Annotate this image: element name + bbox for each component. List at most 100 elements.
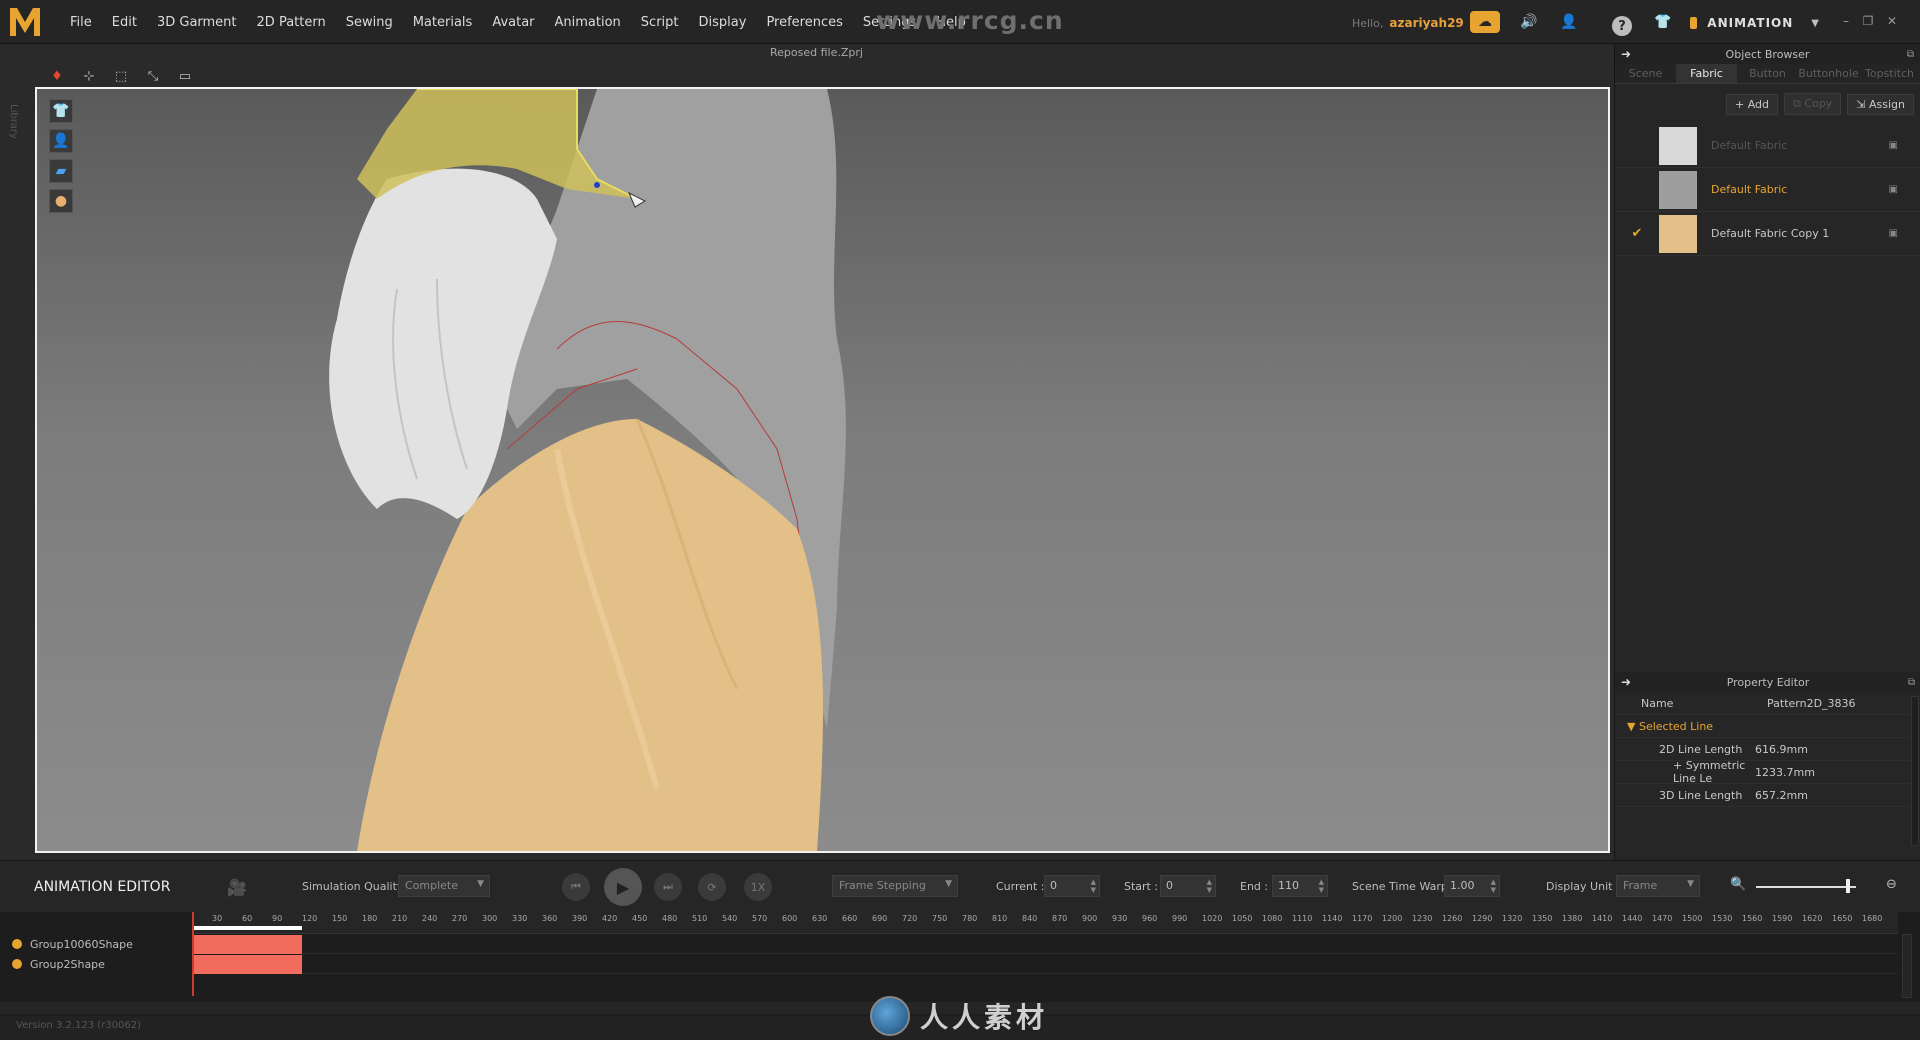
fabric-options-icon[interactable]: ▣ bbox=[1889, 228, 1898, 239]
help-icon[interactable]: ? bbox=[1612, 16, 1632, 36]
ruler-tick-label: 690 bbox=[872, 914, 888, 923]
track-visibility-icon[interactable] bbox=[12, 959, 22, 969]
menu-3d-garment[interactable]: 3D Garment bbox=[147, 15, 247, 30]
play-icon[interactable]: ▶ bbox=[604, 868, 642, 906]
ruler-tick-label: 930 bbox=[1112, 914, 1128, 923]
library-tab[interactable]: Library bbox=[8, 104, 19, 139]
ruler-tick-label: 540 bbox=[722, 914, 738, 923]
loop-icon[interactable]: ⟳ bbox=[698, 873, 726, 901]
fabric-options-icon[interactable]: ▣ bbox=[1889, 184, 1898, 195]
track-row bbox=[192, 954, 1898, 974]
ruler-tick-label: 1080 bbox=[1262, 914, 1283, 923]
menu-display[interactable]: Display bbox=[689, 15, 757, 30]
menu-sewing[interactable]: Sewing bbox=[336, 15, 403, 30]
account-icon[interactable]: 👤 bbox=[1558, 12, 1580, 32]
selected-line-section[interactable]: ▼ Selected Line bbox=[1615, 715, 1920, 738]
fabric-list-item[interactable]: Default Fabric ▣ bbox=[1615, 124, 1920, 168]
tab-scene[interactable]: Scene bbox=[1615, 64, 1676, 83]
close-icon[interactable]: ✕ bbox=[1884, 14, 1900, 30]
menu-edit[interactable]: Edit bbox=[102, 15, 147, 30]
animation-clip[interactable] bbox=[192, 935, 302, 954]
fabric-options-icon[interactable]: ▣ bbox=[1889, 140, 1898, 151]
simulation-quality-label: Simulation Quality bbox=[302, 880, 404, 893]
current-frame-input[interactable]: 0 ▲ ▼ bbox=[1044, 875, 1100, 897]
playback-speed-button[interactable]: 1X bbox=[744, 873, 772, 901]
property-row: 3D Line Length 657.2mm bbox=[1615, 784, 1920, 807]
tab-topstitch[interactable]: Topstitch bbox=[1859, 64, 1920, 83]
track-name[interactable]: Group2Shape bbox=[0, 954, 192, 974]
collapse-arrow-icon[interactable]: ➜ bbox=[1621, 47, 1631, 61]
speaker-icon[interactable]: 🔊 bbox=[1518, 12, 1540, 32]
menu-2d-pattern[interactable]: 2D Pattern bbox=[247, 15, 336, 30]
playhead[interactable] bbox=[192, 912, 194, 996]
ruler-tick-label: 150 bbox=[332, 914, 348, 923]
tab-button[interactable]: Button bbox=[1737, 64, 1798, 83]
restore-icon[interactable]: ❐ bbox=[1860, 14, 1876, 30]
property-value[interactable]: 616.9mm bbox=[1755, 743, 1808, 756]
menu-animation[interactable]: Animation bbox=[545, 15, 631, 30]
section-label: ▼ Selected Line bbox=[1627, 719, 1714, 733]
menu-materials[interactable]: Materials bbox=[403, 15, 483, 30]
fabric-list-item[interactable]: Default Fabric ▣ bbox=[1615, 168, 1920, 212]
add-button[interactable]: + Add bbox=[1726, 93, 1779, 115]
username[interactable]: azariyah29 bbox=[1389, 16, 1463, 30]
minimize-icon[interactable]: – bbox=[1838, 14, 1854, 30]
tab-buttonhole[interactable]: Buttonhole bbox=[1798, 64, 1859, 83]
ruler-tick-label: 60 bbox=[242, 914, 253, 923]
garment-display-icon[interactable]: 👕 bbox=[49, 99, 73, 123]
track-name[interactable]: Group10060Shape bbox=[0, 934, 192, 954]
frame-ruler[interactable]: 30 60 90 120 150 180 210 240 270 300 330 360 390 420 4… bbox=[192, 912, 1898, 934]
menu-avatar[interactable]: Avatar bbox=[482, 15, 544, 30]
cloud-sync-icon[interactable]: ☁ bbox=[1470, 11, 1500, 33]
property-scrollbar[interactable] bbox=[1911, 696, 1919, 846]
fabric-list-item[interactable]: ✔ Default Fabric Copy 1 ▣ bbox=[1615, 212, 1920, 256]
tab-fabric[interactable]: Fabric bbox=[1676, 64, 1737, 83]
collapse-arrow-icon[interactable]: ➜ bbox=[1621, 675, 1631, 689]
ruler-tick-label: 390 bbox=[572, 914, 588, 923]
zoom-slider-handle[interactable] bbox=[1846, 879, 1850, 893]
animation-clip[interactable] bbox=[192, 955, 302, 974]
transform-icon[interactable]: ⤡ bbox=[142, 66, 164, 86]
menu-file[interactable]: File bbox=[60, 15, 102, 30]
popout-icon[interactable]: ⧉ bbox=[1908, 677, 1915, 688]
camera-view-icon[interactable]: ▭ bbox=[174, 66, 196, 86]
time-warp-input[interactable]: 1.00 ▲ ▼ bbox=[1444, 875, 1500, 897]
start-frame-input[interactable]: 0 ▲ ▼ bbox=[1160, 875, 1216, 897]
copy-button[interactable]: ⧉ Copy bbox=[1784, 93, 1842, 115]
end-frame-input[interactable]: 110 ▲ ▼ bbox=[1272, 875, 1328, 897]
select-move-icon[interactable]: ⊹ bbox=[78, 66, 100, 86]
select-mesh-icon[interactable]: ⬚ bbox=[110, 66, 132, 86]
pin-icon[interactable]: ♦ bbox=[46, 66, 68, 86]
track-visibility-icon[interactable] bbox=[12, 939, 22, 949]
mode-switch-dropdown[interactable]: ANIMATION ▼ bbox=[1690, 11, 1820, 35]
play-range-bar[interactable] bbox=[194, 926, 302, 930]
garment-mode-icon[interactable]: 👕 bbox=[1652, 12, 1674, 32]
timeline-vertical-scrollbar[interactable] bbox=[1902, 934, 1912, 998]
skin-display-icon[interactable]: ● bbox=[49, 189, 73, 213]
frame-stepping-dropdown[interactable]: Frame Stepping ▼ bbox=[832, 875, 958, 897]
avatar-display-icon[interactable]: 👤 bbox=[49, 129, 73, 153]
ruler-tick-label: 1320 bbox=[1502, 914, 1523, 923]
skip-start-icon[interactable]: ⏮ bbox=[562, 873, 590, 901]
3d-viewport[interactable]: 👕 👤 ▰ ● bbox=[35, 87, 1610, 853]
current-label: Current : bbox=[996, 880, 1045, 893]
ruler-tick-label: 570 bbox=[752, 914, 768, 923]
ruler-tick-label: 1560 bbox=[1742, 914, 1763, 923]
ruler-tick-label: 1260 bbox=[1442, 914, 1463, 923]
ruler-tick-label: 1410 bbox=[1592, 914, 1613, 923]
menu-preferences[interactable]: Preferences bbox=[756, 15, 852, 30]
zoom-out-icon[interactable]: ⊖ bbox=[1886, 877, 1897, 892]
property-value[interactable]: 1233.7mm bbox=[1755, 766, 1815, 779]
simulation-quality-dropdown[interactable]: Complete ▼ bbox=[398, 875, 490, 897]
property-value[interactable]: 657.2mm bbox=[1755, 789, 1808, 802]
timeline-zoom-slider[interactable] bbox=[1756, 886, 1856, 888]
display-unit-dropdown[interactable]: Frame ▼ bbox=[1616, 875, 1700, 897]
record-camera-icon[interactable]: 🎥 bbox=[222, 875, 252, 899]
menu-script[interactable]: Script bbox=[631, 15, 689, 30]
zoom-in-icon[interactable]: 🔍 bbox=[1730, 877, 1746, 892]
texture-display-icon[interactable]: ▰ bbox=[49, 159, 73, 183]
popout-icon[interactable]: ⧉ bbox=[1907, 49, 1914, 60]
property-value[interactable]: Pattern2D_3836 bbox=[1767, 697, 1856, 710]
skip-end-icon[interactable]: ⏭ bbox=[654, 873, 682, 901]
assign-button[interactable]: ⇲ Assign bbox=[1847, 93, 1914, 115]
